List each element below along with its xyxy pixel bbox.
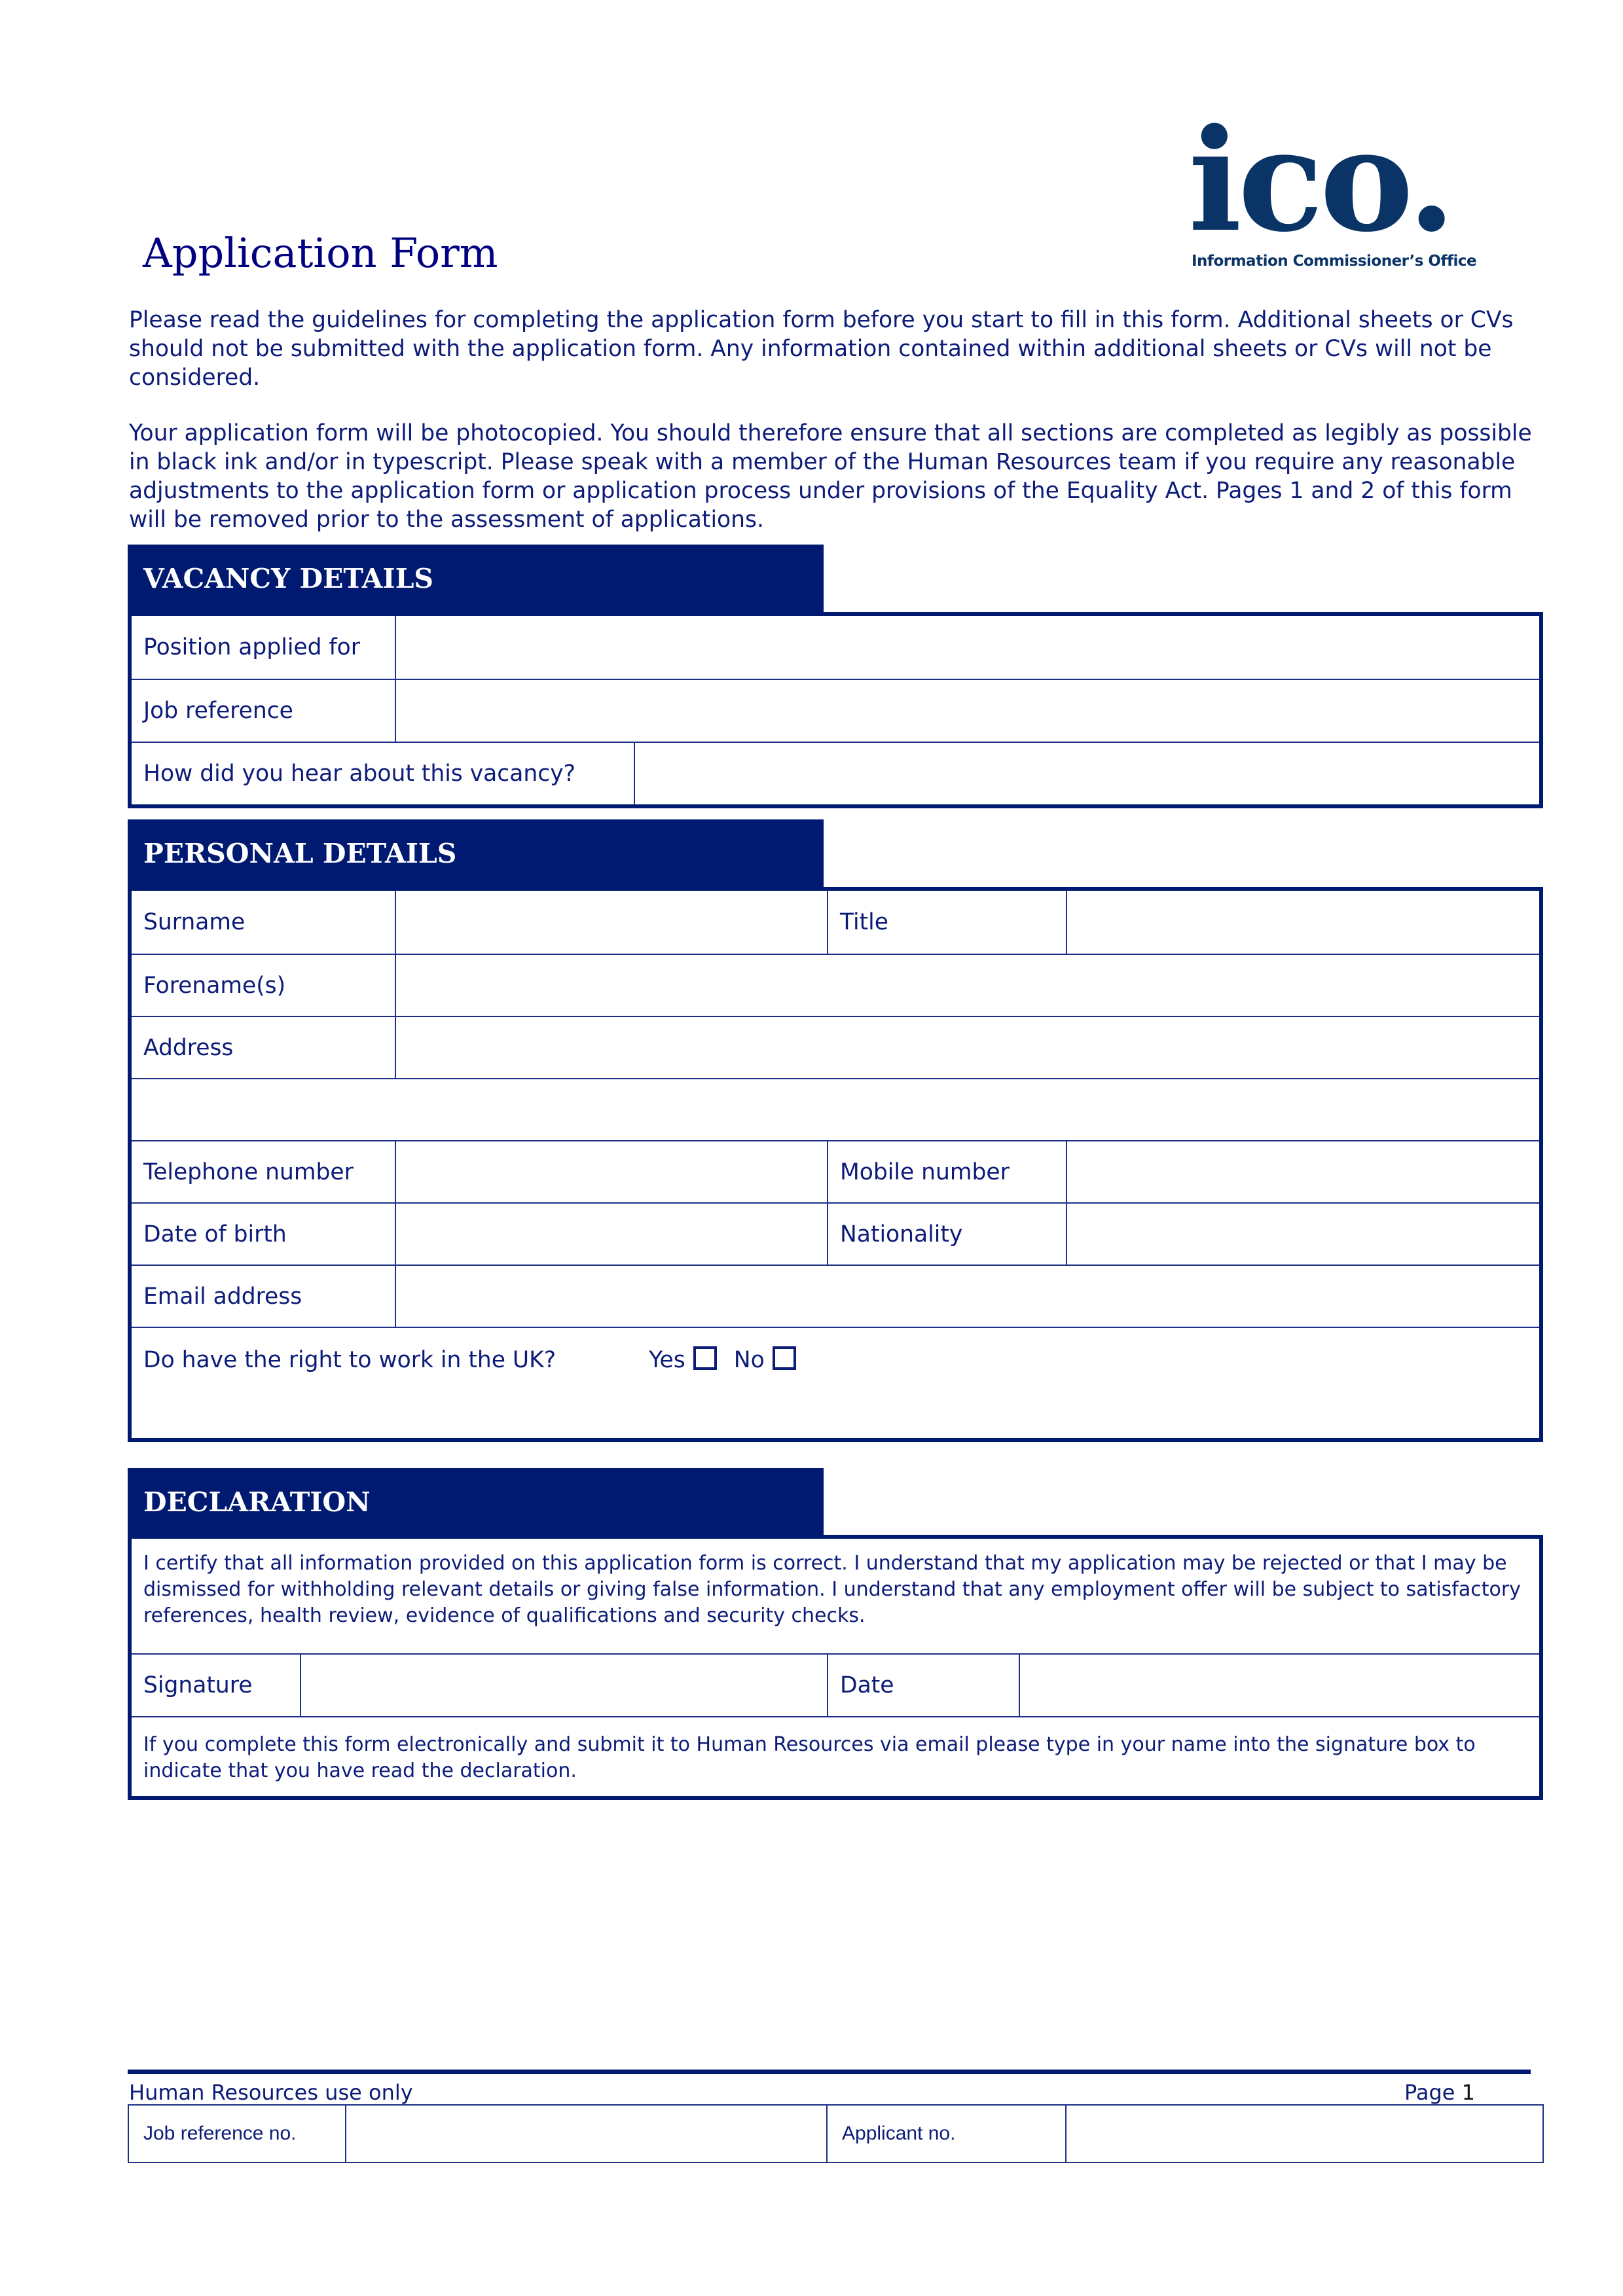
electronic-signature-note: If you complete this form electronically… <box>143 1733 1476 1782</box>
table-row: Do have the right to work in the UK? Yes… <box>132 1327 1539 1438</box>
vacancy-details-heading: VACANCY DETAILS <box>128 545 824 612</box>
right-to-work-group: Do have the right to work in the UK? Yes… <box>143 1346 1539 1373</box>
applicant-number-field[interactable] <box>1065 2106 1542 2162</box>
hr-use-table: Job reference no. Applicant no. <box>128 2104 1544 2163</box>
table-row: Signature Date <box>132 1653 1539 1716</box>
telephone-field[interactable] <box>395 1141 827 1202</box>
page-number-value: 1 <box>1461 2080 1475 2105</box>
applicant-number-label: Applicant no. <box>826 2106 1065 2162</box>
personal-details-heading-text: PERSONAL DETAILS <box>143 837 457 869</box>
date-label: Date <box>827 1655 1019 1716</box>
nationality-field[interactable] <box>1066 1204 1539 1265</box>
right-to-work-no-checkbox[interactable] <box>772 1346 796 1370</box>
table-row: Surname Title <box>132 891 1539 954</box>
email-field[interactable] <box>395 1266 1539 1327</box>
title-field[interactable] <box>1066 891 1539 954</box>
dob-label: Date of birth <box>143 1221 287 1247</box>
forenames-label: Forename(s) <box>143 972 286 999</box>
declaration-statement: I certify that all information provided … <box>143 1552 1521 1627</box>
right-to-work-yes-label: Yes <box>649 1347 685 1373</box>
right-to-work-question: Do have the right to work in the UK? <box>143 1347 556 1373</box>
intro-paragraph-guidelines: Please read the guidelines for completin… <box>129 307 1514 391</box>
address-field[interactable] <box>395 1017 1539 1078</box>
vacancy-source-label: How did you hear about this vacancy? <box>143 761 575 787</box>
footer-divider <box>128 2070 1531 2074</box>
hr-job-reference-label: Job reference no. <box>143 2123 297 2144</box>
declaration-heading-text: DECLARATION <box>143 1486 371 1518</box>
table-row: Position applied for <box>132 616 1539 679</box>
surname-field[interactable] <box>395 891 827 954</box>
table-row: Email address <box>132 1265 1539 1327</box>
signature-label: Signature <box>143 1672 253 1698</box>
logo-mark: ico. <box>1188 98 1456 263</box>
personal-details-heading: PERSONAL DETAILS <box>128 819 824 887</box>
address-label: Address <box>143 1034 234 1061</box>
ico-logo: ico. Information Commissioner’s Office <box>1188 98 1477 280</box>
vacancy-details-heading-text: VACANCY DETAILS <box>143 562 434 594</box>
forenames-field[interactable] <box>395 955 1539 1016</box>
nationality-label: Nationality <box>827 1204 1066 1265</box>
position-applied-label: Position applied for <box>143 634 360 660</box>
table-row <box>132 1078 1539 1140</box>
mobile-label: Mobile number <box>827 1141 1066 1202</box>
intro-paragraph-photocopy: Your application form will be photocopie… <box>129 420 1532 533</box>
table-row: If you complete this form electronically… <box>132 1716 1539 1796</box>
table-row: Date of birth Nationality <box>132 1202 1539 1265</box>
telephone-label: Telephone number <box>143 1158 354 1185</box>
declaration-table: I certify that all information provided … <box>128 1535 1543 1800</box>
signature-field[interactable] <box>300 1655 827 1716</box>
vacancy-source-field[interactable] <box>634 743 1539 804</box>
surname-label: Surname <box>143 909 246 935</box>
page-number: Page 1 <box>1404 2080 1475 2105</box>
table-row: Job reference <box>132 679 1539 742</box>
personal-details-table: Surname Title Forename(s) Address Teleph… <box>128 887 1543 1442</box>
table-row: Telephone number Mobile number <box>132 1140 1539 1202</box>
date-field[interactable] <box>1019 1655 1539 1716</box>
right-to-work-yes-checkbox[interactable] <box>693 1346 717 1370</box>
page-title: Application Form <box>143 229 498 277</box>
vacancy-details-table: Position applied for Job reference How d… <box>128 612 1543 808</box>
declaration-heading: DECLARATION <box>128 1468 824 1535</box>
logo-subtitle: Information Commissioner’s Office <box>1192 253 1477 270</box>
mobile-field[interactable] <box>1066 1141 1539 1202</box>
right-to-work-no-label: No <box>733 1347 765 1373</box>
table-row: Forename(s) <box>132 954 1539 1016</box>
table-row: I certify that all information provided … <box>132 1539 1539 1653</box>
position-applied-field[interactable] <box>395 616 1539 679</box>
table-row: Address <box>132 1016 1539 1078</box>
dob-field[interactable] <box>395 1204 827 1265</box>
address-line2-field[interactable] <box>132 1079 1539 1140</box>
job-reference-field[interactable] <box>395 680 1539 742</box>
hr-use-only-label: Human Resources use only <box>129 2080 413 2105</box>
email-label: Email address <box>143 1283 302 1310</box>
table-row: How did you hear about this vacancy? <box>132 742 1539 804</box>
title-label: Title <box>827 891 1066 954</box>
job-reference-label: Job reference <box>143 698 293 724</box>
page-number-label: Page <box>1404 2080 1455 2105</box>
hr-job-reference-field[interactable] <box>345 2106 826 2162</box>
